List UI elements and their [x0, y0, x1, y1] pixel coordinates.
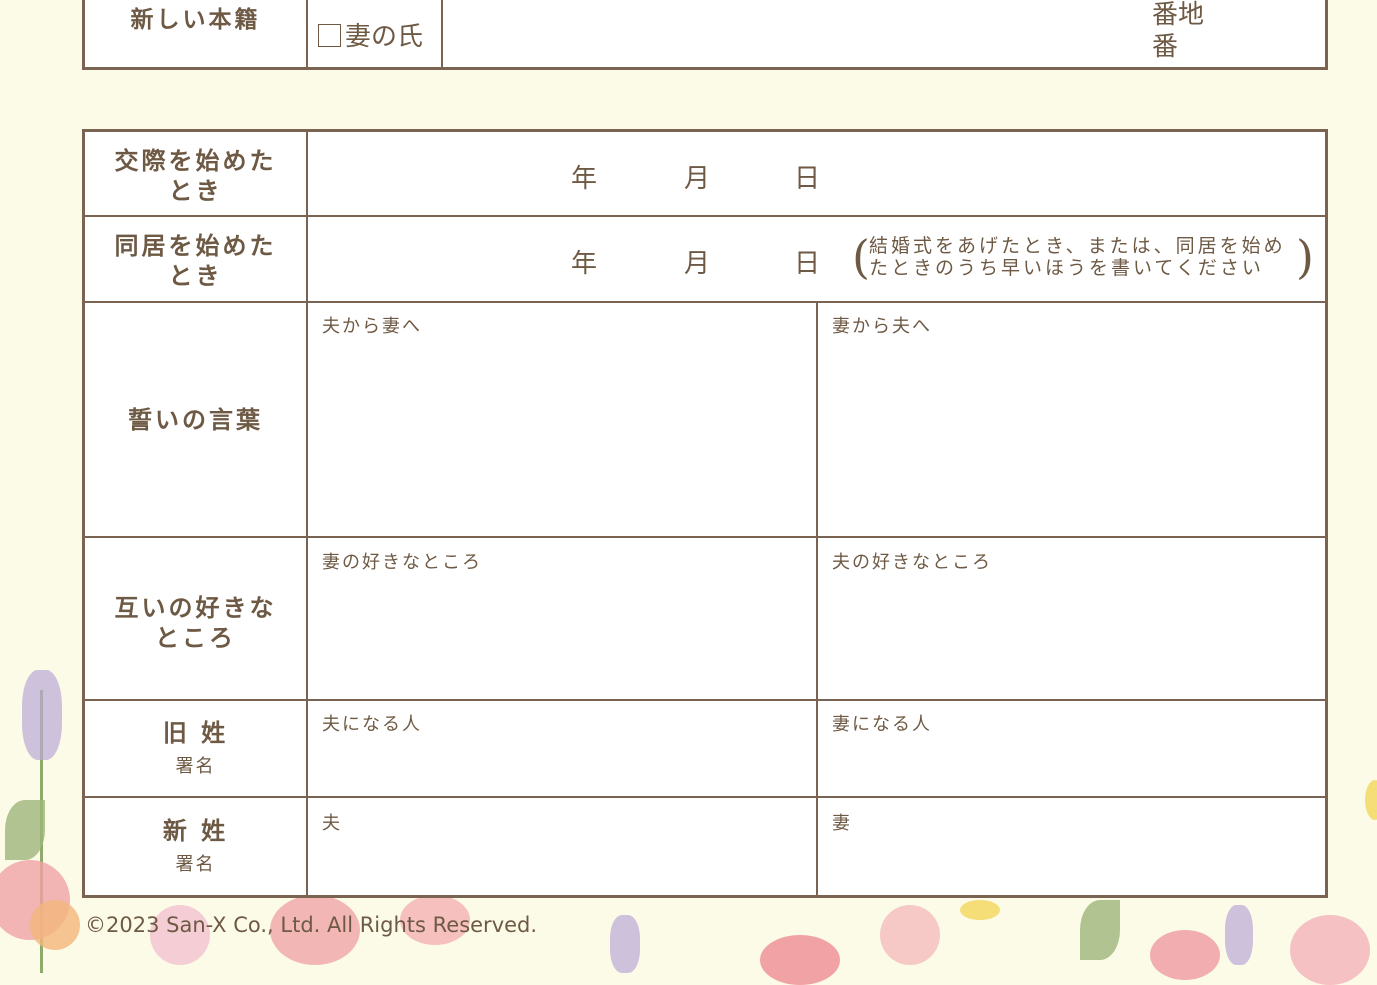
vows-left-field[interactable] [310, 304, 815, 535]
vows-label: 誓いの言葉 [128, 406, 263, 434]
likes-right-field[interactable] [819, 539, 1325, 698]
wife-surname-option[interactable]: 妻の氏 [318, 16, 423, 53]
living-start-label: 同居を始めた とき [114, 232, 277, 290]
living-start-note: 結婚式をあげたとき、または、同居を始め たときのうち早いほうを書いてください [869, 235, 1286, 279]
dating-start-label: 交際を始めた とき [114, 147, 277, 205]
old-surname-husband-field[interactable] [310, 702, 815, 795]
address-unit-ban: 番 [1152, 32, 1179, 62]
old-surname-wife-field[interactable] [819, 702, 1325, 795]
likes-label: 互いの好きな ところ [114, 594, 277, 652]
new-surname-husband-field[interactable] [310, 799, 815, 895]
checkbox-icon[interactable] [318, 24, 341, 47]
old-surname-label: 旧 姓 署名 [162, 719, 229, 777]
copyright-notice: ©2023 San-X Co., Ltd. All Rights Reserve… [85, 913, 538, 937]
new-surname-wife-field[interactable] [819, 799, 1325, 895]
dating-date-field[interactable] [310, 133, 1325, 214]
new-surname-label: 新 姓 署名 [162, 817, 229, 875]
note-open-paren: ( [852, 230, 870, 284]
address-unit-banchi: 番地 [1152, 0, 1205, 30]
new-honseki-label: 新しい本籍 [130, 7, 261, 33]
likes-left-field[interactable] [310, 539, 815, 698]
living-date-field[interactable] [310, 218, 840, 300]
vows-right-field[interactable] [819, 304, 1325, 535]
note-close-paren: ) [1296, 230, 1314, 284]
